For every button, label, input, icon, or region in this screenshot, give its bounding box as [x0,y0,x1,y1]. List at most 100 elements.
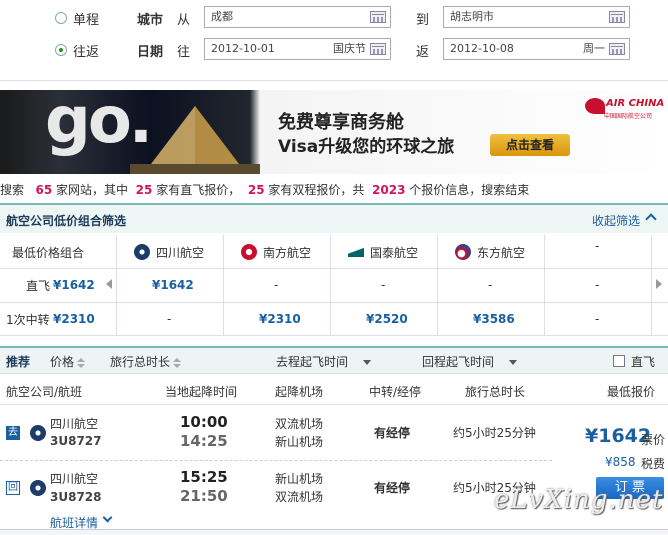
china-eastern-logo-icon [455,244,471,260]
dropdown-arrow-icon [363,360,372,365]
to-city-value: 胡志明市 [450,10,494,23]
oneway-radio[interactable] [55,12,67,24]
sort-out-time-label: 去程起飞时间 [276,355,349,369]
flight-row-outbound[interactable]: 去 四川航空 3U8727 10:00 14:25 双流机场 新山机场 有经停 … [0,406,552,461]
sort-arrows-icon [77,357,86,368]
flight-airline: 四川航空 [50,417,99,431]
offer-tax-label: 税费 [641,457,666,471]
cell-direct-sichuan[interactable]: ¥1642 [152,278,194,292]
banner-cta-button[interactable]: 点击查看 [490,134,570,156]
sort-duration[interactable]: 旅行总时长 [110,353,182,370]
dep-airport: 双流机场 [275,417,324,431]
cell-direct-eastern: - [488,278,493,292]
grid-line [116,235,117,335]
stop-info[interactable]: 有经停 [374,479,410,496]
sort-price-label: 价格 [50,355,75,369]
date-label: 日期 [137,45,164,60]
dropdown-arrow-icon [509,360,518,365]
bottom-nav-strip [0,529,668,535]
calendar-icon[interactable] [370,43,386,55]
air-china-brand: AIR CHINA [606,98,665,109]
return-tag: 回 [6,481,20,495]
flight-number[interactable]: 3U8728 [50,490,102,504]
return-label: 返 [416,45,430,60]
city-picker-icon[interactable] [609,11,625,23]
return-date-note: 周一 [583,42,605,55]
sites-count: 65 [35,183,53,197]
pyramid-image [130,106,260,174]
grid-line [223,235,224,335]
calendar-icon[interactable] [609,43,625,55]
depart-label: 往 [177,45,191,60]
cell-transfer-empty: - [595,312,600,326]
sort-price[interactable]: 价格 [50,353,86,370]
depart-date-input[interactable]: 2012-10-01 国庆节 [204,38,391,60]
depart-date-value: 2012-10-01 [211,42,275,55]
divider [0,80,668,81]
arr-airport: 双流机场 [275,490,324,504]
cell-direct-empty: - [595,278,600,292]
airline-col-southern[interactable]: 南方航空 [263,244,311,261]
roundtrip-radio[interactable] [55,44,67,56]
airline-col-sichuan[interactable]: 四川航空 [156,244,204,261]
roundtrip-label[interactable]: 往返 [73,41,99,60]
collapse-filter-link[interactable]: 收起筛选 [592,212,640,229]
offer-price-label: 票价 [641,433,666,447]
cell-transfer-cathay[interactable]: ¥2520 [366,312,408,326]
scroll-left-icon[interactable] [106,279,112,289]
sort-ret-time[interactable]: 回程起飞时间 [422,353,518,370]
filter-title: 航空公司低价组合筛选 [6,214,127,228]
to-city-input[interactable]: 胡志明市 [443,6,630,28]
col-flight: 航空公司/航班 [6,385,83,399]
chevron-up-icon[interactable] [645,213,657,225]
sichuan-airlines-logo-icon [134,244,150,260]
return-date-input[interactable]: 2012-10-08 周一 [443,38,630,60]
to-label: 到 [416,13,430,28]
filter-grid: 最低价格组合 四川航空 南方航空 国泰航空 东方航空 - 直飞 ¥1642 ¥1… [0,235,668,336]
flight-row-return[interactable]: 回 四川航空 3U8728 15:25 21:50 新山机场 双流机场 有经停 … [0,464,552,516]
row-best-direct[interactable]: ¥1642 [53,278,95,292]
arr-time: 21:50 [180,487,228,505]
depart-date-note: 国庆节 [333,42,366,55]
outbound-tag: 去 [6,426,20,440]
cell-transfer-sichuan: - [167,312,172,326]
city-picker-icon[interactable] [370,11,386,23]
banner-subline: Visa升级您的环球之旅 [278,137,455,157]
direct-only-label[interactable]: 直飞 [631,353,655,370]
direct-count: 25 [135,183,153,197]
from-city-input[interactable]: 成都 [204,6,391,28]
return-date-value: 2012-10-08 [450,42,514,55]
flight-number[interactable]: 3U8727 [50,434,102,448]
sort-recommend[interactable]: 推荐 [6,353,30,370]
from-city-value: 成都 [211,10,233,23]
col-airport: 起降机场 [275,385,324,399]
cell-transfer-eastern[interactable]: ¥3586 [473,312,515,326]
filter-header: 航空公司低价组合筛选 收起筛选 [0,203,668,233]
cell-transfer-southern[interactable]: ¥2310 [259,312,301,326]
promo-banner[interactable]: go. 免费尊享商务舱 Visa升级您的环球之旅 点击查看 AIR CHINA … [0,84,668,174]
row-best-transfer[interactable]: ¥2310 [53,312,95,326]
grid-line [0,268,668,269]
airline-col-eastern[interactable]: 东方航空 [477,244,525,261]
dep-time: 15:25 [180,468,228,486]
summary-text: 家网站，其中 [56,183,129,197]
direct-only-checkbox[interactable] [613,355,625,367]
sort-out-time[interactable]: 去程起飞时间 [276,353,372,370]
city-label: 城市 [137,13,164,28]
offer-tax: ¥858 [605,455,636,469]
scroll-right-icon[interactable] [656,279,662,289]
airline-col-cathay[interactable]: 国泰航空 [370,244,418,261]
dep-time: 10:00 [180,413,228,431]
dep-airport: 新山机场 [275,472,324,486]
sort-duration-label: 旅行总时长 [110,355,171,369]
stop-info[interactable]: 有经停 [374,424,410,441]
row-header: 最低价格组合 [12,246,85,260]
watermark: eLvXing.net [494,485,664,515]
china-southern-logo-icon [241,244,257,260]
sort-bar: 推荐 价格 旅行总时长 去程起飞时间 回程起飞时间 直飞 [0,346,668,374]
cell-direct-cathay: - [381,278,386,292]
grid-line [437,235,438,335]
col-duration: 旅行总时长 [465,385,526,399]
col-price: 最低报价 [607,385,656,399]
oneway-label[interactable]: 单程 [73,9,99,28]
